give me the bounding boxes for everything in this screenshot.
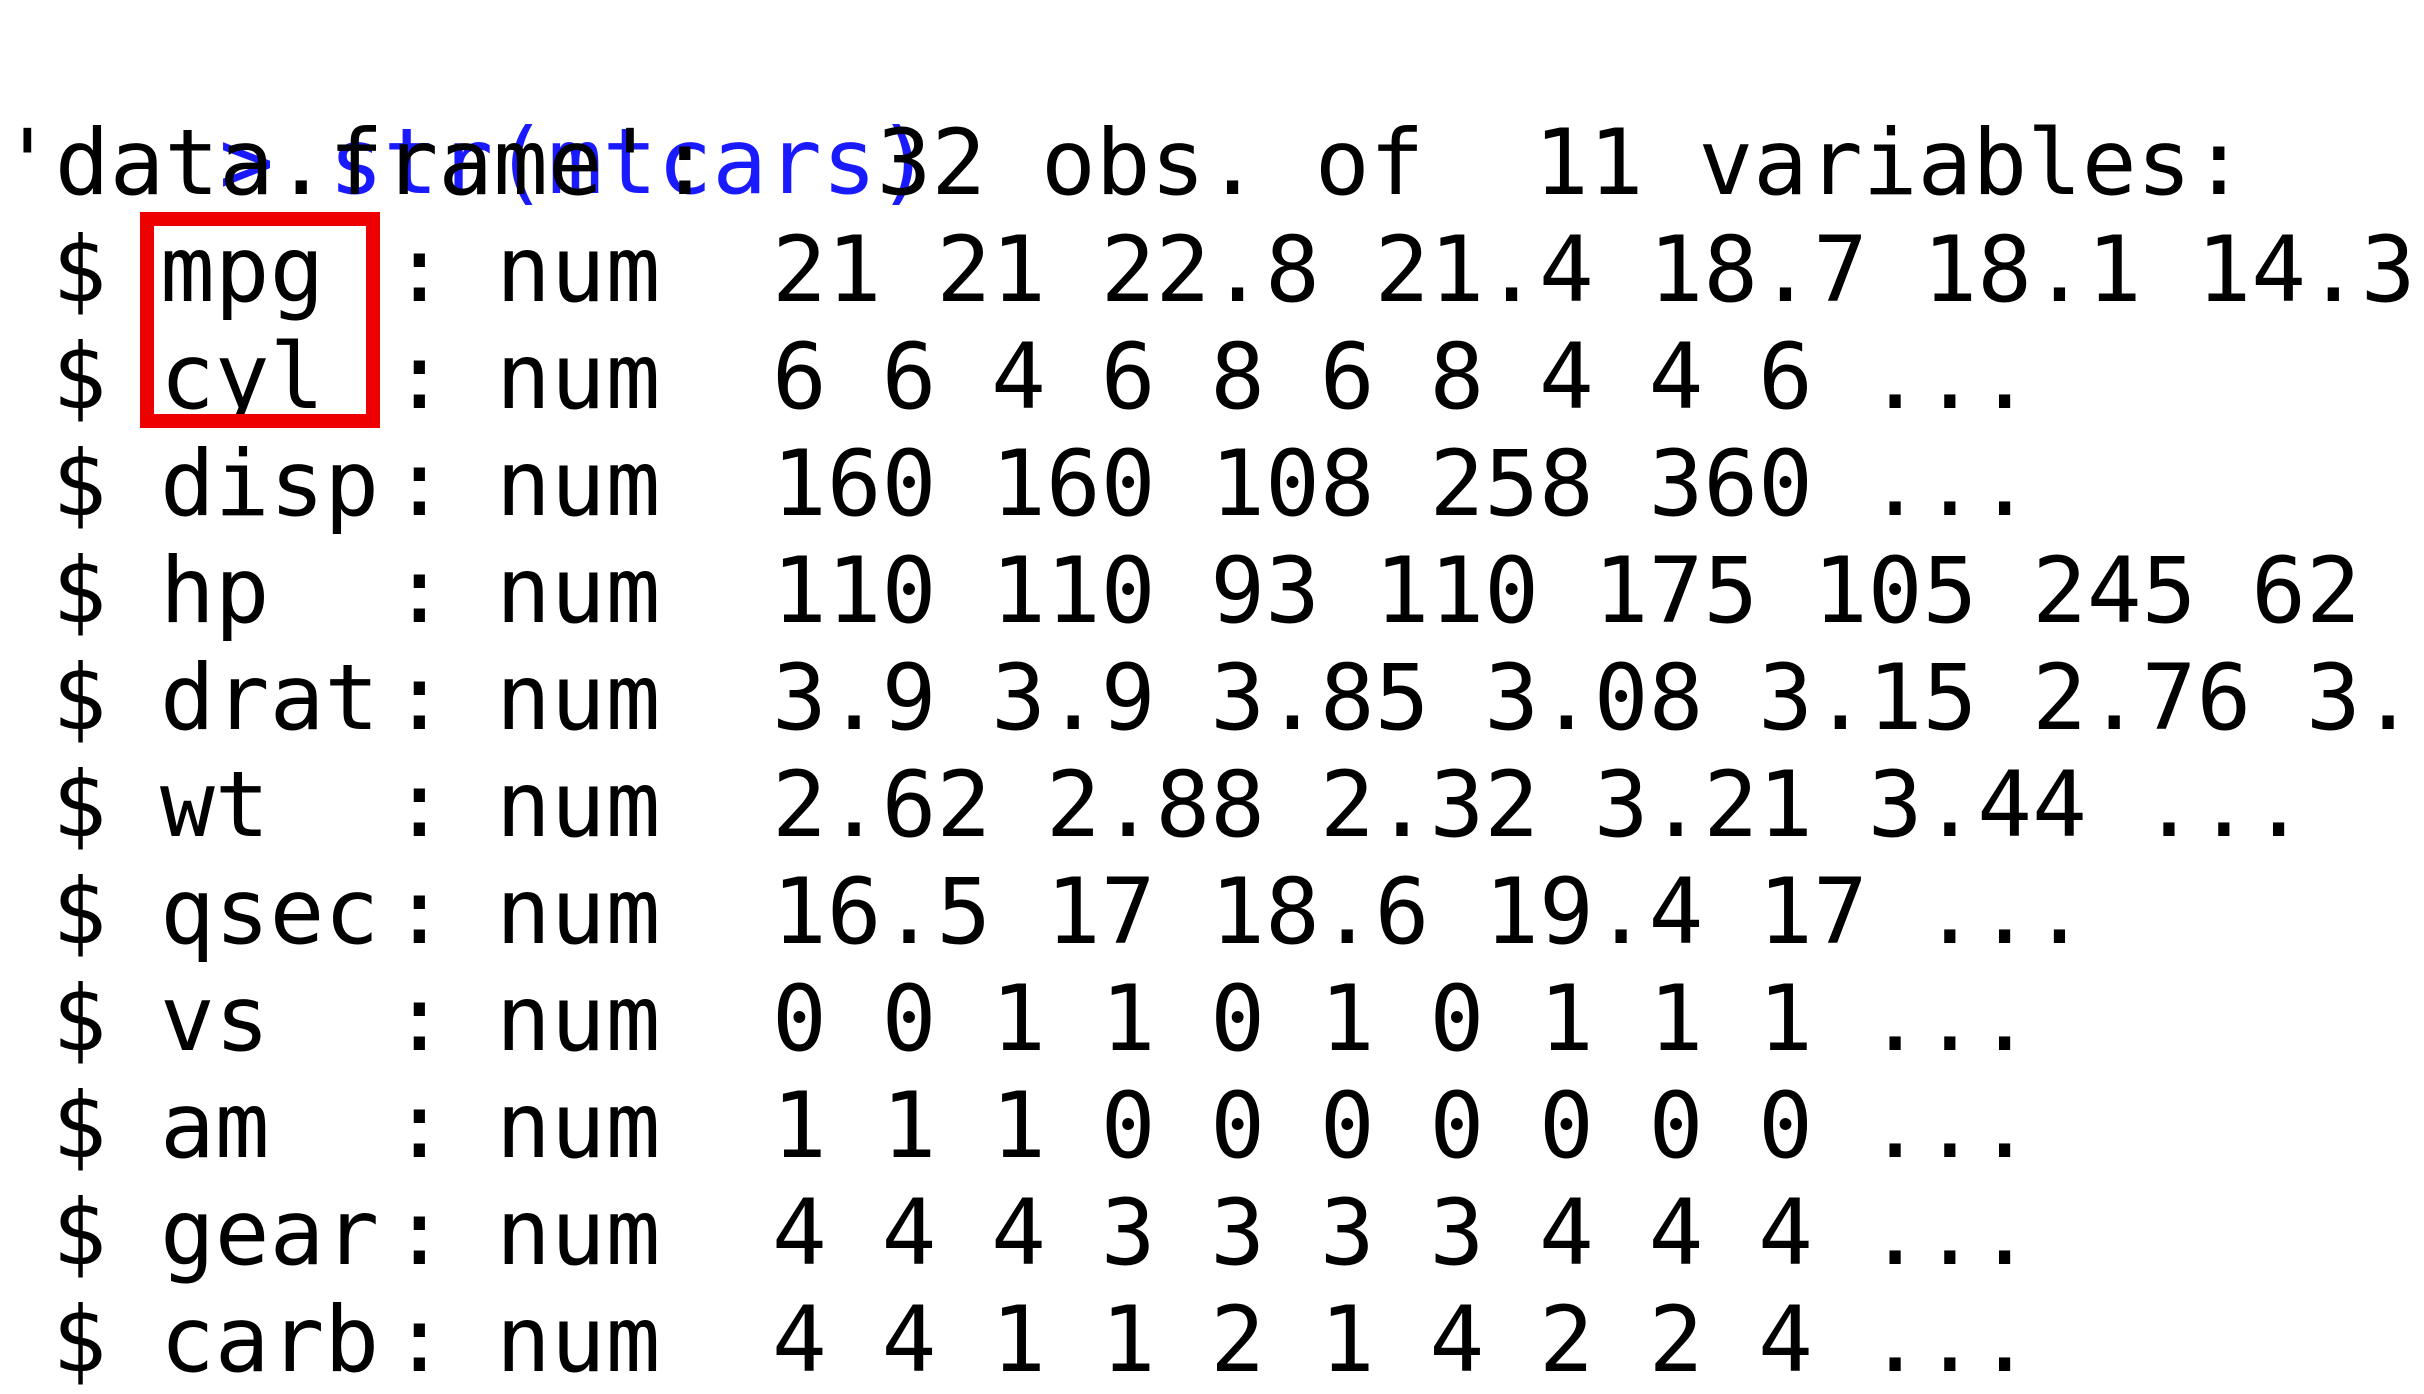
variable-type: num	[496, 1181, 661, 1286]
variable-row: $ carb: num 4 4 1 1 2 1 4 2 2 4 ...	[0, 1287, 2424, 1394]
dollar-sign: $	[52, 432, 107, 537]
variable-name: carb	[160, 1288, 380, 1393]
variable-values: 6 6 4 6 8 6 8 4 4 6 ...	[772, 325, 2033, 430]
variable-name: hp	[160, 539, 270, 644]
variable-values: 2.62 2.88 2.32 3.21 3.44 ...	[772, 753, 2307, 858]
variable-row: $ gear: num 4 4 4 3 3 3 3 4 4 4 ...	[0, 1180, 2424, 1287]
variable-row: $ qsec: num 16.5 17 18.6 19.4 17 ...	[0, 859, 2424, 966]
variable-type: num	[496, 967, 661, 1072]
variable-type: num	[496, 539, 661, 644]
variable-type: num	[496, 646, 661, 751]
dollar-sign: $	[52, 539, 107, 644]
variable-name: qsec	[160, 860, 380, 965]
variable-name: am	[160, 1074, 270, 1179]
variable-values: 16.5 17 18.6 19.4 17 ...	[772, 860, 2087, 965]
variable-row: $ am: num 1 1 1 0 0 0 0 0 0 0 ...	[0, 1073, 2424, 1180]
dollar-sign: $	[52, 646, 107, 751]
variable-values: 4 4 4 3 3 3 3 4 4 4 ...	[772, 1181, 2033, 1286]
variable-values: 1 1 1 0 0 0 0 0 0 0 ...	[772, 1074, 2033, 1179]
r-console[interactable]: > str(mtcars) 'data.frame': 32 obs. of 1…	[0, 0, 2424, 1393]
separator-colon: :	[392, 753, 447, 858]
separator-colon: :	[392, 432, 447, 537]
dollar-sign: $	[52, 1074, 107, 1179]
separator-colon: :	[392, 860, 447, 965]
dollar-sign: $	[52, 753, 107, 858]
variable-name: vs	[160, 967, 270, 1072]
variable-row: $ wt: num 2.62 2.88 2.32 3.21 3.44 ...	[0, 752, 2424, 859]
dollar-sign: $	[52, 218, 107, 323]
variable-type: num	[496, 1288, 661, 1393]
variable-values: 110 110 93 110 175 105 245 62	[772, 539, 2361, 644]
variable-values: 0 0 1 1 0 1 0 1 1 1 ...	[772, 967, 2033, 1072]
variable-name: wt	[160, 753, 270, 858]
separator-colon: :	[392, 1074, 447, 1179]
separator-colon: :	[392, 539, 447, 644]
variable-type: num	[496, 218, 661, 323]
separator-colon: :	[392, 1181, 447, 1286]
dollar-sign: $	[52, 325, 107, 430]
variable-type: num	[496, 432, 661, 537]
variable-name: disp	[160, 432, 380, 537]
variable-row: $ vs: num 0 0 1 1 0 1 0 1 1 1 ...	[0, 966, 2424, 1073]
variable-row: $ hp: num 110 110 93 110 175 105 245 62	[0, 538, 2424, 645]
command-line: > str(mtcars)	[0, 2, 931, 215]
variable-name: drat	[160, 646, 380, 751]
variable-type: num	[496, 860, 661, 965]
variable-values: 4 4 1 1 2 1 4 2 2 4 ...	[772, 1288, 2033, 1393]
dollar-sign: $	[52, 1181, 107, 1286]
variable-type: num	[496, 753, 661, 858]
separator-colon: :	[392, 967, 447, 1072]
variable-name: cyl	[160, 325, 325, 430]
variable-values: 3.9 3.9 3.85 3.08 3.15 2.76 3.	[772, 646, 2416, 751]
variable-row: $ cyl: num 6 6 4 6 8 6 8 4 4 6 ...	[0, 324, 2424, 431]
variable-type: num	[496, 325, 661, 430]
variable-values: 21 21 22.8 21.4 18.7 18.1 14.3	[772, 218, 2416, 323]
separator-colon: :	[392, 646, 447, 751]
variable-values: 160 160 108 258 360 ...	[772, 432, 2033, 537]
separator-colon: :	[392, 1288, 447, 1393]
variable-row: $ disp: num 160 160 108 258 360 ...	[0, 431, 2424, 538]
dollar-sign: $	[52, 860, 107, 965]
dollar-sign: $	[52, 967, 107, 1072]
separator-colon: :	[392, 218, 447, 323]
separator-colon: :	[392, 325, 447, 430]
summary-line: 'data.frame': 32 obs. of 11 variables:	[0, 111, 2247, 216]
variable-row: $ mpg: num 21 21 22.8 21.4 18.7 18.1 14.3	[0, 217, 2424, 324]
dollar-sign: $	[52, 1288, 107, 1393]
variable-name: mpg	[160, 218, 325, 323]
variable-row: $ drat: num 3.9 3.9 3.85 3.08 3.15 2.76 3.	[0, 645, 2424, 752]
variable-name: gear	[160, 1181, 380, 1286]
variable-type: num	[496, 1074, 661, 1179]
